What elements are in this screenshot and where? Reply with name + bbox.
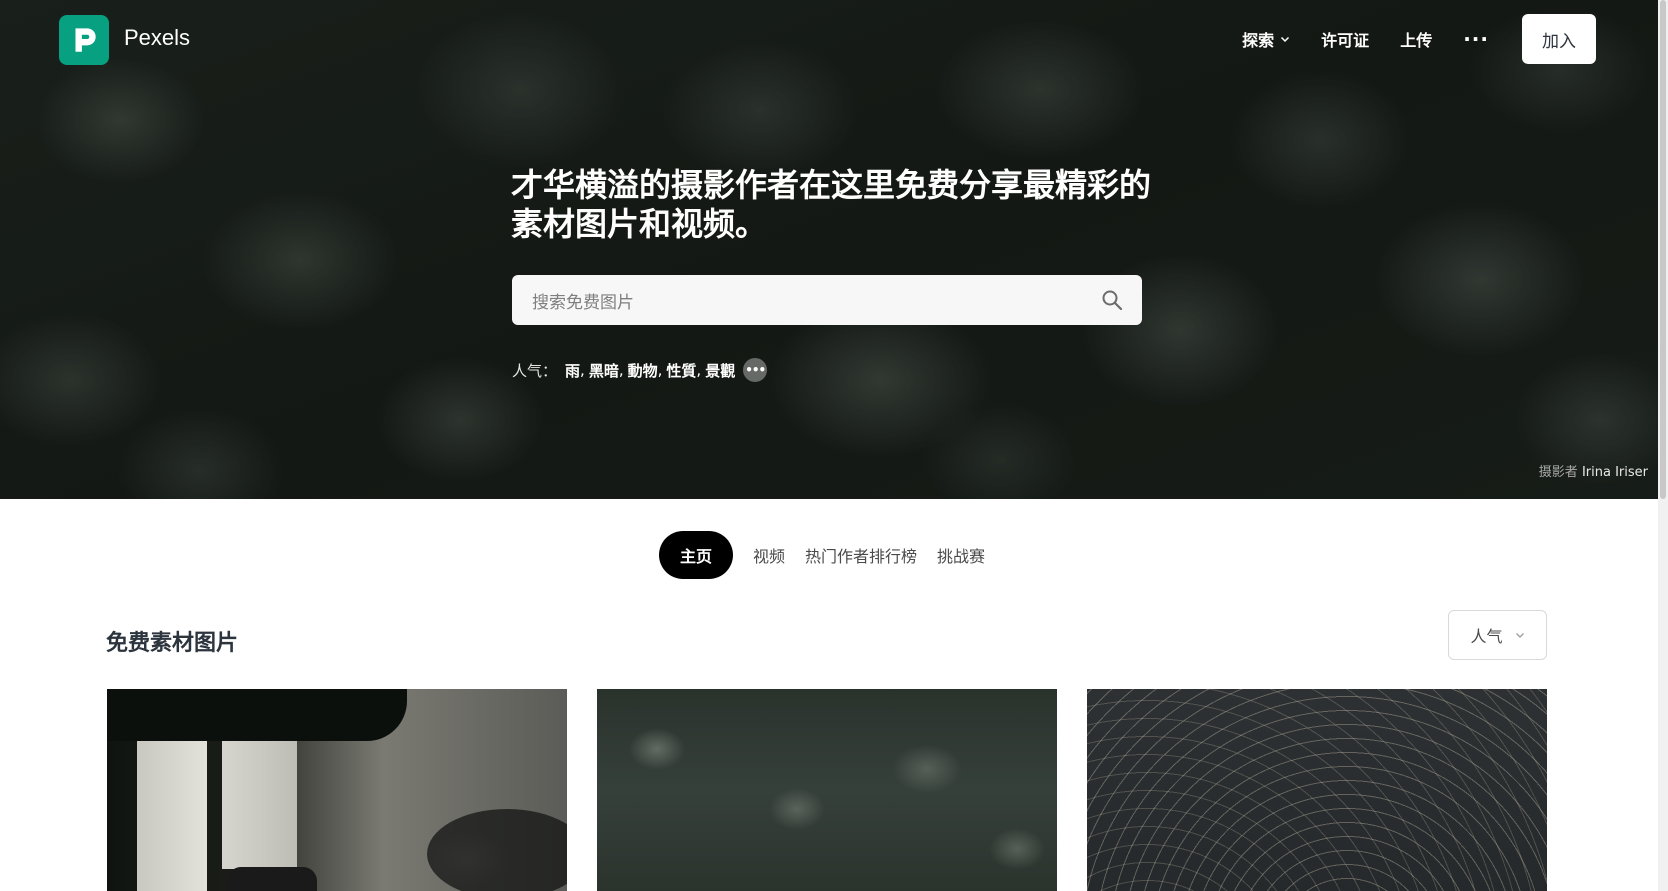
chevron-down-icon (1515, 633, 1524, 638)
photo-card[interactable] (107, 689, 567, 891)
search-bar[interactable]: 搜索免费图片 (512, 275, 1142, 325)
popular-tag[interactable]: 動物 (628, 360, 658, 381)
nav-license[interactable]: 许可证 (1321, 27, 1369, 51)
credit-prefix: 摄影者 (1538, 465, 1578, 480)
credit-name[interactable]: Irina Iriser (1582, 465, 1648, 480)
photo-credit[interactable]: 摄影者 Irina Iriser (1539, 461, 1648, 480)
photo-card[interactable] (1087, 689, 1547, 891)
tab-videos[interactable]: 视频 (753, 543, 785, 567)
nav-upload[interactable]: 上传 (1400, 27, 1432, 51)
popular-label: 人气： (512, 361, 558, 380)
photo-card[interactable] (597, 689, 1057, 891)
hero-headline: 才华横溢的摄影作者在这里免费分享最精彩的素材图片和视频。 (511, 166, 1152, 243)
chevron-down-icon (1281, 36, 1290, 43)
popular-tag[interactable]: 黑暗 (589, 360, 619, 381)
more-tags-icon[interactable]: ••• (743, 358, 768, 382)
search-input[interactable]: 搜索免费图片 (532, 288, 1100, 313)
nav-actions: 探索 许可证 上传 ··· 加入 (1242, 14, 1596, 64)
popular-searches: 人气： 雨, 黑暗, 動物, 性質, 景觀 ••• (512, 358, 768, 382)
top-navigation: Pexels 探索 许可证 上传 ··· 加入 (0, 0, 1658, 80)
brand-name[interactable]: Pexels (124, 25, 190, 51)
content-tabs: 主页 视频 热门作者排行榜 挑战赛 (659, 531, 1005, 579)
section-title: 免费素材图片 (106, 631, 239, 656)
join-button[interactable]: 加入 (1522, 14, 1596, 64)
nav-explore[interactable]: 探索 (1242, 27, 1290, 51)
sort-dropdown[interactable]: 人气 (1448, 610, 1547, 660)
search-icon[interactable] (1100, 288, 1124, 312)
nav-explore-label: 探索 (1242, 33, 1275, 50)
scrollbar-thumb[interactable] (1660, 0, 1666, 499)
popular-tag[interactable]: 景觀 (705, 360, 735, 381)
popular-tag[interactable]: 性質 (666, 360, 696, 381)
popular-tag[interactable]: 雨 (565, 360, 580, 381)
tab-home[interactable]: 主页 (659, 531, 734, 579)
tab-challenges[interactable]: 挑战赛 (937, 543, 985, 567)
tab-leaderboard[interactable]: 热门作者排行榜 (805, 543, 917, 567)
sort-label: 人气 (1470, 627, 1503, 646)
more-menu-icon[interactable]: ··· (1463, 27, 1489, 51)
pexels-logo-icon[interactable] (59, 15, 109, 65)
